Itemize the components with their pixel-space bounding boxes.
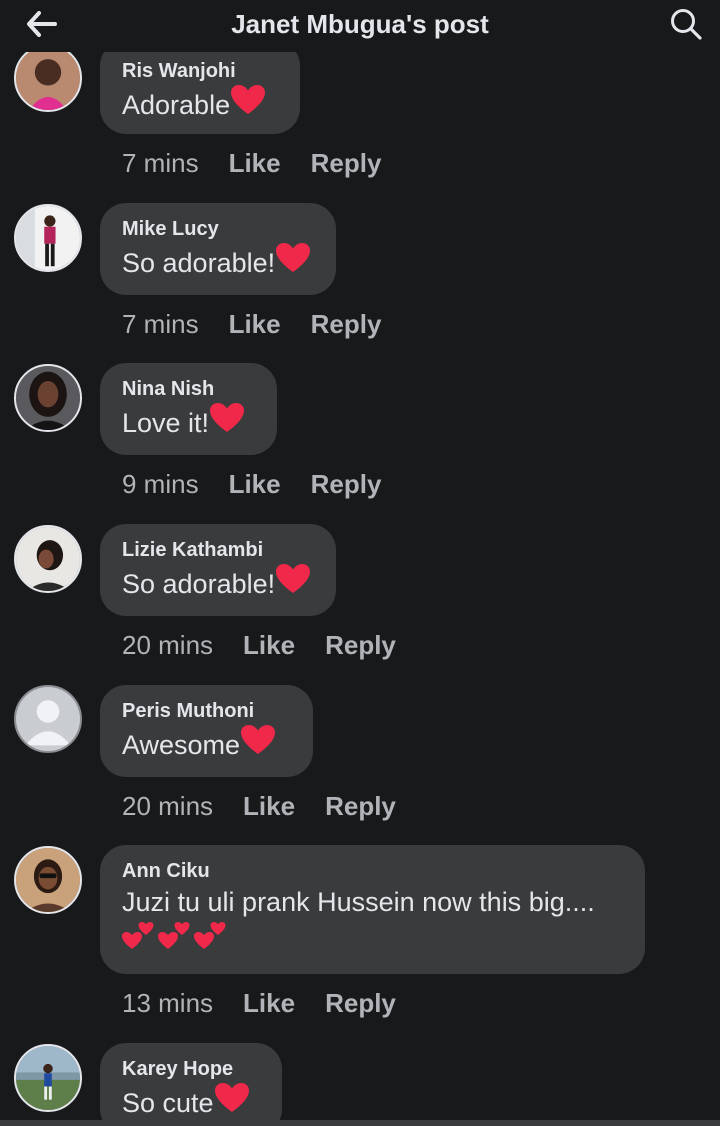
reply-button[interactable]: Reply: [311, 308, 382, 340]
two-hearts-icon: [194, 917, 230, 960]
avatar[interactable]: [14, 204, 82, 272]
avatar-photo: [16, 206, 80, 270]
two-hearts-icon: [122, 917, 158, 960]
like-button[interactable]: Like: [243, 790, 295, 822]
like-button[interactable]: Like: [229, 468, 281, 500]
like-button[interactable]: Like: [243, 629, 295, 661]
page-title: Janet Mbugua's post: [231, 9, 489, 39]
like-button[interactable]: Like: [229, 147, 281, 179]
comment-time: 20 mins: [122, 791, 214, 821]
avatar-photo: [16, 46, 80, 110]
comment-text: Adorable: [122, 84, 278, 125]
avatar-photo: [16, 366, 80, 430]
comment-text: So cute: [122, 1082, 260, 1123]
comment-bubble[interactable]: Mike Lucy So adorable!: [100, 203, 336, 295]
comment-time: 9 mins: [122, 469, 199, 499]
comment-text-content: So adorable!: [122, 247, 276, 278]
reply-button[interactable]: Reply: [325, 629, 396, 661]
heart-icon: [209, 402, 245, 443]
heart-icon: [275, 242, 311, 283]
avatar[interactable]: [14, 846, 82, 914]
comment-text: So adorable!: [122, 242, 314, 283]
comment-text: Love it!: [122, 402, 255, 443]
comment-text-content: Love it!: [122, 407, 210, 438]
heart-icon: [275, 563, 311, 604]
comment-author[interactable]: Karey Hope: [122, 1056, 260, 1082]
avatar-photo: [16, 848, 80, 912]
search-button[interactable]: [666, 4, 706, 44]
heart-icon: [240, 724, 276, 765]
avatar-photo: [16, 527, 80, 591]
comment-author[interactable]: Lizie Kathambi: [122, 537, 314, 563]
comment-actions: 9 mins Like Reply: [122, 468, 411, 500]
comment-bubble[interactable]: Nina Nish Love it!: [100, 363, 277, 455]
reply-button[interactable]: Reply: [325, 987, 396, 1019]
avatar[interactable]: [14, 1044, 82, 1112]
comment-bubble[interactable]: Ris Wanjohi Adorable: [100, 40, 300, 134]
heart-icon: [214, 1082, 250, 1123]
comment-time: 7 mins: [122, 309, 199, 339]
comment-text-content: So cute: [122, 1087, 214, 1118]
comment-author[interactable]: Ris Wanjohi: [122, 58, 278, 84]
like-button[interactable]: Like: [229, 308, 281, 340]
comment-time: 13 mins: [122, 988, 214, 1018]
comment-text-content: Juzi tu uli prank Hussein now this big..…: [122, 887, 595, 917]
avatar[interactable]: [14, 364, 82, 432]
comment-bubble[interactable]: Peris Muthoni Awesome: [100, 685, 313, 777]
bottom-divider: [0, 1120, 720, 1126]
comment-time: 7 mins: [122, 148, 199, 178]
comment-text-content: Adorable: [122, 89, 231, 120]
two-hearts-icon: [158, 917, 194, 960]
reply-button[interactable]: Reply: [311, 468, 382, 500]
comment-time: 20 mins: [122, 630, 214, 660]
comment-bubble[interactable]: Ann Ciku Juzi tu uli prank Hussein now t…: [100, 845, 645, 974]
comment-text-content: So adorable!: [122, 568, 276, 599]
comment-actions: 20 mins Like Reply: [122, 790, 426, 822]
comment-text: Awesome: [122, 724, 291, 765]
search-icon: [671, 9, 702, 40]
avatar[interactable]: [14, 44, 82, 112]
comment-author[interactable]: Mike Lucy: [122, 216, 314, 242]
comment-actions: 13 mins Like Reply: [122, 987, 426, 1019]
heart-icon: [230, 84, 266, 125]
avatar[interactable]: [14, 525, 82, 593]
comment-author[interactable]: Ann Ciku: [122, 858, 623, 884]
comment-text-content: Awesome: [122, 729, 241, 760]
comment-actions: 7 mins Like Reply: [122, 308, 411, 340]
comment-author[interactable]: Nina Nish: [122, 376, 255, 402]
comment-bubble[interactable]: Karey Hope So cute: [100, 1043, 282, 1126]
reply-button[interactable]: Reply: [311, 147, 382, 179]
comment-text: Juzi tu uli prank Hussein now this big..…: [122, 884, 623, 920]
comment-emoji-row: [122, 920, 623, 956]
comment-actions: 7 mins Like Reply: [122, 147, 411, 179]
reply-button[interactable]: Reply: [325, 790, 396, 822]
app-header: Janet Mbugua's post: [0, 0, 720, 52]
comment-actions: 20 mins Like Reply: [122, 629, 426, 661]
post-comments-screen: Ris Wanjohi Adorable 7 mins Like Reply M…: [0, 0, 720, 1126]
comment-bubble[interactable]: Lizie Kathambi So adorable!: [100, 524, 336, 616]
comment-author[interactable]: Peris Muthoni: [122, 698, 291, 724]
comment-list[interactable]: Ris Wanjohi Adorable 7 mins Like Reply M…: [0, 0, 720, 1126]
comment-text: So adorable!: [122, 563, 314, 604]
avatar-photo: [16, 1046, 80, 1110]
like-button[interactable]: Like: [243, 987, 295, 1019]
default-avatar-icon: [16, 687, 80, 751]
avatar[interactable]: [14, 685, 82, 753]
